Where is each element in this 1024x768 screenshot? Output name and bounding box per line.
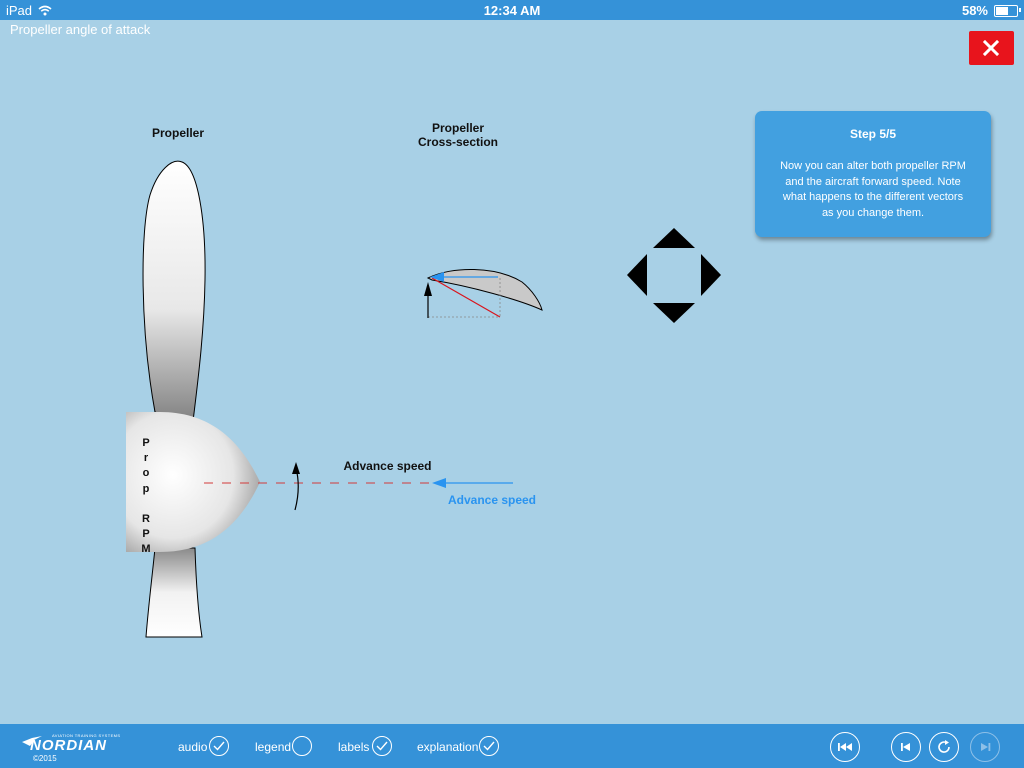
previous-button[interactable] (891, 732, 921, 762)
advance-speed-label: Advance speed (343, 459, 432, 473)
audio-check-icon[interactable] (209, 736, 229, 756)
labels-toggle[interactable]: labels (338, 736, 396, 758)
hub-letter: p (142, 482, 150, 495)
explanation-check-icon[interactable] (479, 736, 499, 756)
cross-section-label: Propeller Cross-section (398, 121, 518, 149)
direction-pad-icon[interactable] (627, 228, 721, 323)
hub-letter: P (142, 528, 150, 541)
propeller-diagram (126, 160, 721, 638)
copyright: ©2015 (33, 754, 57, 763)
legend-toggle[interactable]: legend (255, 736, 317, 758)
propeller-blade-top (142, 160, 206, 431)
step-title: Step 5/5 (849, 127, 897, 141)
footer-bar: AVIATION TRAINING SYSTEMS NORDIAN ©2015 … (0, 724, 1024, 768)
step-explanation-box: Step 5/5 Now you can alter both propelle… (755, 111, 991, 237)
toggle-label: labels (338, 740, 370, 754)
arrow-left-button[interactable] (627, 254, 647, 296)
hub-label-prop-rpm: Prop RPM (139, 436, 153, 558)
replay-button[interactable] (929, 732, 959, 762)
propeller-blade-bottom (145, 547, 203, 638)
audio-toggle[interactable]: audio (178, 736, 233, 758)
cross-section-airfoil (424, 268, 543, 318)
hub-letter: o (142, 467, 150, 480)
advance-speed-arrowhead (432, 478, 446, 488)
toggle-label: explanation (417, 740, 479, 754)
hub-letter: R (142, 513, 150, 526)
labels-check-icon[interactable] (372, 736, 392, 756)
explanation-toggle[interactable]: explanation (417, 736, 503, 758)
rotation-arrow (294, 467, 299, 511)
logo-text: NORDIAN (30, 737, 107, 754)
toggle-label: audio (178, 740, 208, 754)
next-icon (981, 743, 991, 751)
hub-letter: P (142, 437, 150, 449)
hub-letter: M (141, 543, 151, 556)
legend-unchecked-icon[interactable] (292, 736, 312, 756)
step-text: Now you can alter both propeller RPM and… (780, 160, 966, 219)
rewind-button[interactable] (830, 732, 860, 762)
previous-icon (901, 743, 910, 751)
cross-section-label-line1: Propeller (431, 121, 485, 135)
replay-icon (938, 740, 950, 753)
hub-letter: r (143, 452, 149, 465)
hub-letter (139, 497, 153, 512)
propeller-label: Propeller (151, 126, 205, 140)
rewind-icon (838, 743, 852, 751)
cross-section-label-line2: Cross-section (417, 135, 499, 149)
arrow-right-button[interactable] (701, 254, 721, 296)
advance-speed-vector-label: Advance speed (447, 493, 537, 507)
arrow-down-button[interactable] (653, 303, 695, 323)
toggle-label: legend (255, 740, 292, 754)
rotation-arrowhead (292, 462, 300, 474)
next-button[interactable] (970, 732, 1000, 762)
arrow-up-button[interactable] (653, 228, 695, 248)
